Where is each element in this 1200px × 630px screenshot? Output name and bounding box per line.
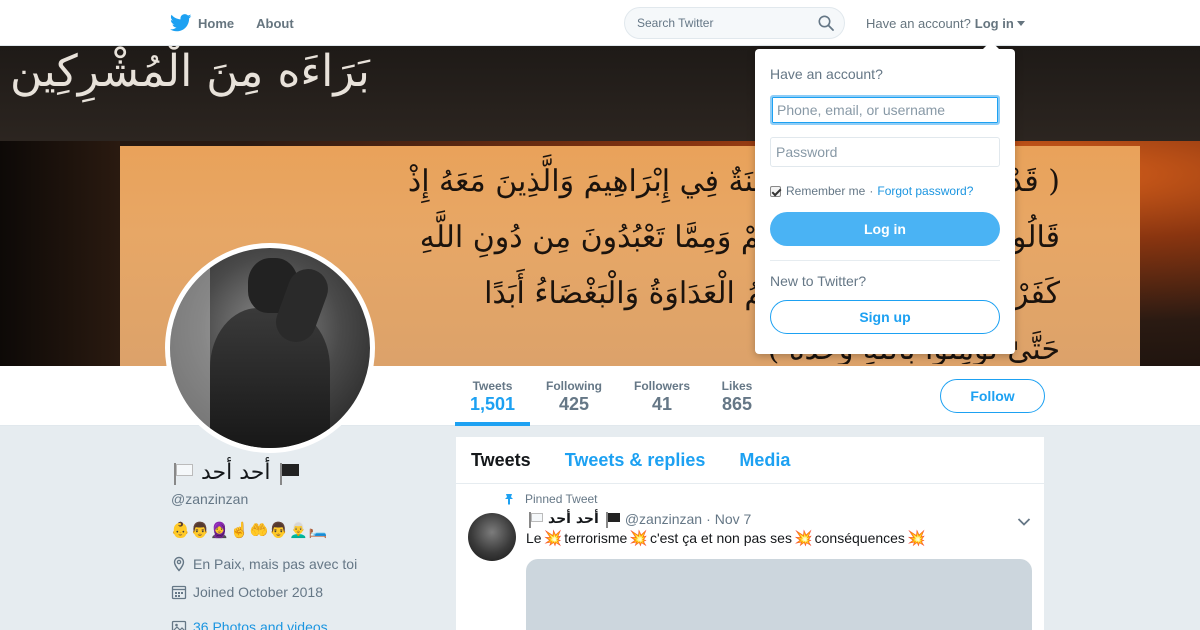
stat-label: Tweets	[472, 379, 513, 393]
profile-handle[interactable]: @zanzinzan	[171, 491, 248, 507]
pinned-text: Pinned Tweet	[525, 492, 598, 506]
login-link-label: Log in	[974, 15, 1014, 31]
banner-top-text: بَرَاءَه مِنَ الْمُشْرِكِين	[10, 46, 370, 97]
tweet-separator: ·	[706, 511, 711, 527]
tweet-date[interactable]: Nov 7	[715, 511, 752, 527]
banner-left-shadow	[0, 141, 120, 366]
profile-name-text: أحد أحد	[201, 460, 271, 485]
tweet-text-part: c'est ça et non pas ses	[649, 530, 792, 546]
stat-likes[interactable]: Likes 865	[715, 366, 759, 426]
profile-name: أحد أحد	[171, 460, 301, 485]
login-dropdown-toggle[interactable]: Log in	[975, 16, 1025, 31]
follow-button[interactable]: Follow	[940, 379, 1045, 413]
profile-joined: Joined October 2018	[171, 584, 323, 600]
twitter-bird-icon	[170, 14, 192, 32]
tweet-author-name[interactable]: أحد أحد	[548, 511, 599, 527]
stat-value: 41	[651, 394, 673, 414]
nav-about-link[interactable]: About	[256, 16, 294, 31]
nav-left: Home About	[170, 0, 316, 46]
tweet-header: أحد أحد @zanzinzan · Nov 7	[526, 510, 751, 528]
username-field[interactable]	[770, 95, 1000, 125]
stat-label: Followers	[633, 379, 690, 393]
pin-icon	[503, 493, 515, 505]
photo-icon	[171, 619, 187, 630]
account-area: Have an account? Log in	[866, 0, 1025, 46]
collision-icon: 💥	[793, 530, 813, 547]
search-icon[interactable]	[818, 15, 834, 36]
search-box	[624, 7, 845, 39]
tweet-text-part: Le	[526, 530, 542, 546]
remember-label: Remember me	[786, 184, 866, 198]
login-dropdown-title: Have an account?	[770, 66, 883, 82]
stat-label: Following	[546, 379, 602, 393]
collision-icon: 💥	[543, 530, 563, 547]
dropdown-divider	[770, 260, 1000, 261]
tweet-avatar[interactable]	[468, 513, 516, 561]
profile-location: En Paix, mais pas avec toi	[171, 556, 357, 572]
top-nav-bar: Home About Have an account? Log in	[0, 0, 1200, 46]
collision-icon: 💥	[629, 530, 648, 547]
search-input[interactable]	[637, 8, 817, 38]
collision-icon: 💥	[906, 530, 926, 547]
stat-value: 1,501	[469, 394, 516, 414]
white-flag-icon	[526, 510, 544, 528]
avatar-bg	[170, 248, 210, 448]
tweet-author-handle[interactable]: @zanzinzan	[625, 511, 702, 527]
forgot-password-link[interactable]: Forgot password?	[877, 184, 973, 198]
caret-down-icon	[1016, 20, 1025, 26]
pinned-label: Pinned Tweet	[503, 492, 598, 506]
stat-followers[interactable]: Followers 41	[629, 366, 695, 426]
nav-home-label: Home	[198, 15, 235, 31]
signup-button[interactable]: Sign up	[770, 300, 1000, 334]
photos-link-text: 36 Photos and videos	[193, 619, 328, 630]
pinned-tweet[interactable]: Pinned Tweet أحد أحد @zanzinzan · Nov 7 …	[456, 437, 1044, 630]
location-pin-icon	[171, 556, 187, 572]
stat-value: 865	[721, 394, 753, 414]
stat-label: Likes	[721, 379, 753, 393]
black-flag-icon	[277, 461, 301, 485]
tweet-text-part: terrorisme	[564, 530, 628, 546]
joined-text: Joined October 2018	[193, 584, 323, 600]
have-account-text: Have an account?	[866, 15, 971, 31]
tweet-text-part: conséquences	[814, 530, 905, 546]
profile-bio: 👶👨🧕☝️🤲👨👨‍🦳🛏️	[171, 522, 329, 539]
black-flag-icon	[603, 510, 621, 528]
remember-checkbox[interactable]	[770, 185, 781, 197]
profile-avatar[interactable]	[165, 243, 375, 453]
stat-value: 425	[558, 394, 590, 414]
stat-tweets[interactable]: Tweets 1,501	[455, 366, 530, 426]
stat-following[interactable]: Following 425	[541, 366, 607, 426]
tweet-text: Le 💥 terrorisme 💥 c'est ça et non pas se…	[526, 529, 928, 547]
chevron-down-icon[interactable]	[1017, 514, 1031, 532]
login-button[interactable]: Log in	[770, 212, 1000, 246]
password-field[interactable]	[770, 137, 1000, 167]
new-to-twitter-text: New to Twitter?	[770, 273, 867, 289]
login-dropdown: Have an account? Remember me · Forgot pa…	[755, 41, 1015, 354]
white-flag-icon	[171, 461, 195, 485]
remember-separator: ·	[869, 184, 874, 198]
calendar-icon	[171, 584, 187, 600]
location-text: En Paix, mais pas avec toi	[193, 556, 358, 572]
tweet-media[interactable]	[526, 559, 1032, 630]
nav-home-link[interactable]: Home	[170, 14, 234, 32]
profile-photos-link[interactable]: 36 Photos and videos	[171, 619, 328, 630]
remember-row: Remember me · Forgot password?	[770, 184, 973, 198]
